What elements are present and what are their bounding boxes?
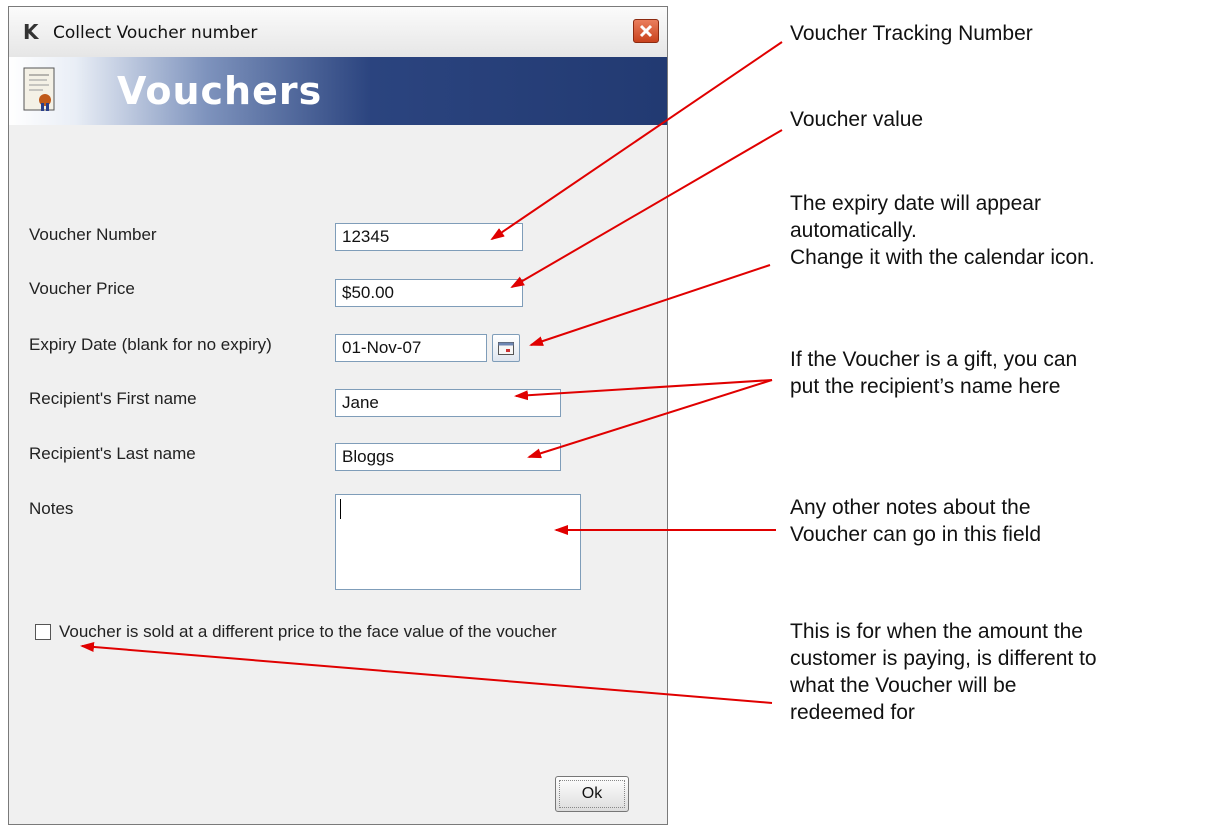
arrow-expiry <box>529 264 771 346</box>
arrow-last-name <box>527 379 773 459</box>
arrow-value <box>510 129 783 289</box>
arrow-first-name <box>514 379 773 401</box>
arrow-tracking <box>490 41 783 241</box>
annotation-arrows <box>80 41 783 704</box>
arrow-checkbox <box>80 642 773 704</box>
